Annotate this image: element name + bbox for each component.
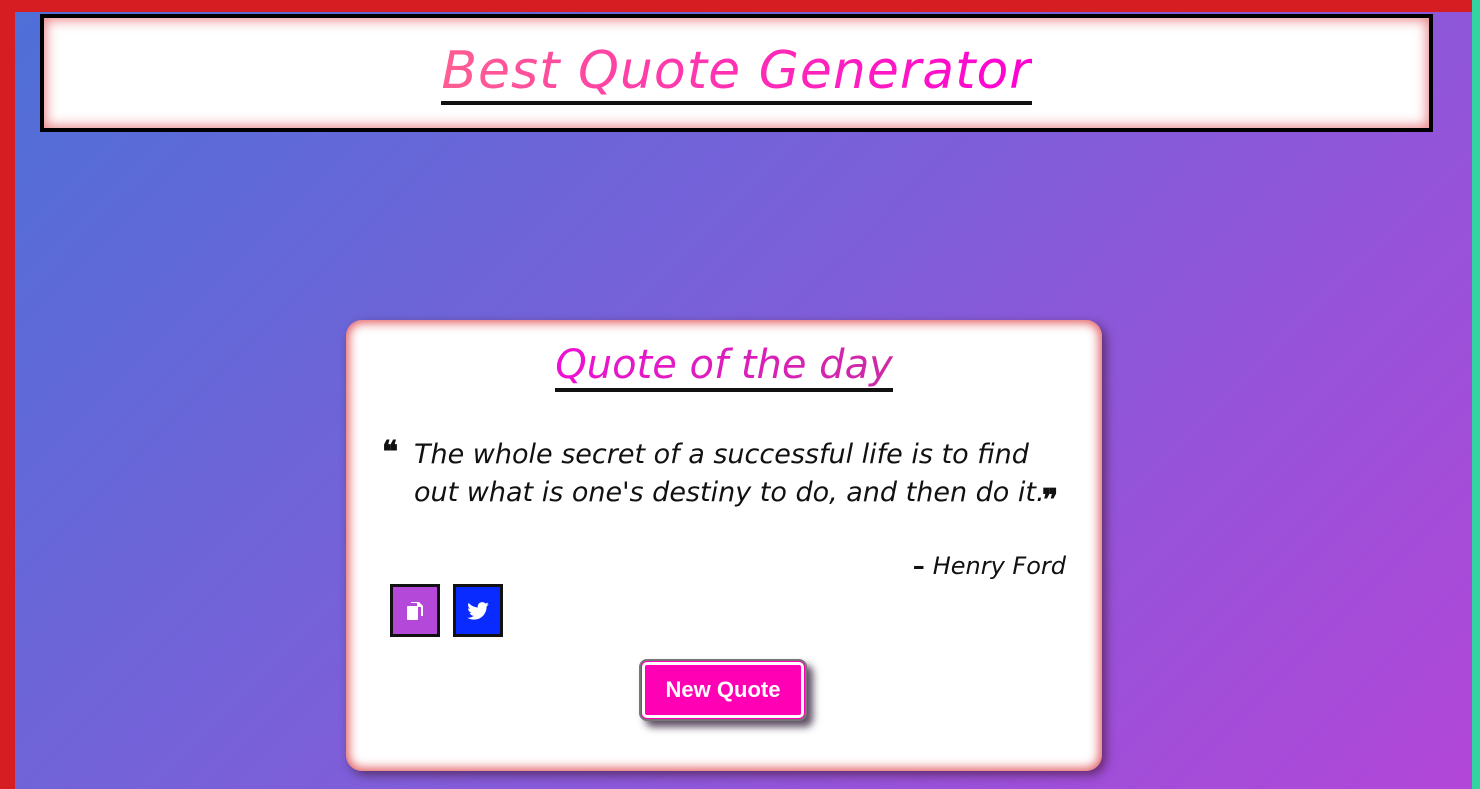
tweet-button[interactable] [453,584,503,637]
card-title-wrap: Quote of the day [346,342,1102,392]
copy-button[interactable] [390,584,440,637]
quote-author: – Henry Ford [913,552,1066,580]
author-dash: – [912,552,925,580]
author-name: Henry Ford [932,552,1066,580]
new-quote-button[interactable]: New Quote [639,659,807,721]
site-title: Best Quote Generator [441,41,1032,105]
quote-card: Quote of the day ❝ The whole secret of a… [346,320,1102,771]
close-quote-icon: ❞ [1042,483,1059,518]
card-title: Quote of the day [555,342,893,392]
site-header: Best Quote Generator [40,14,1433,132]
quote-text: The whole secret of a successful life is… [414,439,1045,508]
open-quote-icon: ❝ [382,435,399,470]
scrollbar-edge [1472,0,1480,789]
twitter-icon [467,601,489,620]
copy-icon [407,601,423,620]
